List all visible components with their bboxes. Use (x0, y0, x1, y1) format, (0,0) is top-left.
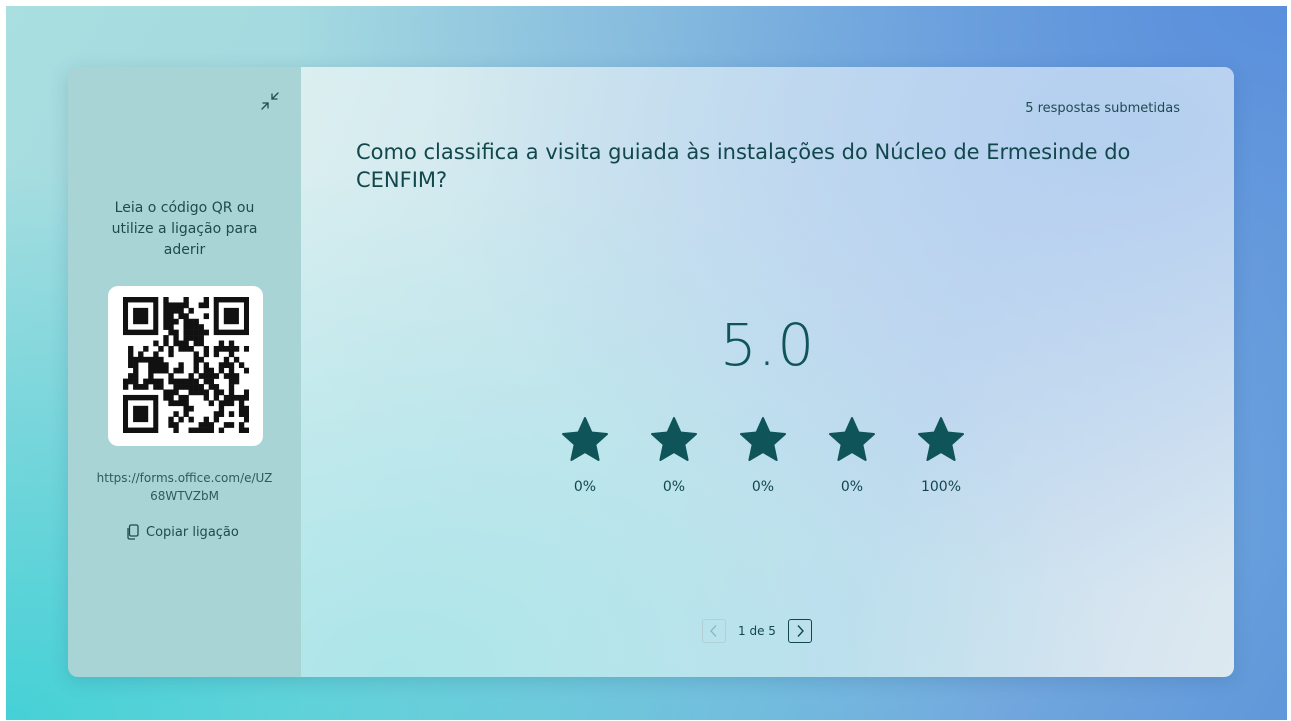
star-icon (562, 417, 608, 461)
qr-code (108, 286, 263, 446)
join-sidebar: Leia o código QR ou utilize a ligação pa… (68, 67, 301, 677)
copy-link-label: Copiar ligação (146, 524, 239, 540)
chevron-right-icon (797, 625, 804, 637)
rating-percent: 100% (920, 479, 962, 495)
form-link[interactable]: https://forms.office.com/e/UZ68WTVZbM (93, 469, 276, 505)
question-title: Como classifica a visita guiada às insta… (356, 140, 1131, 192)
star-icon (918, 417, 964, 461)
rating-distribution: 0% 0% 0% 0% 100% (560, 415, 966, 495)
rating-3-star: 0% (738, 415, 788, 495)
next-question-button[interactable] (787, 619, 812, 643)
results-panel: 5 respostas submetidas Como classifica a… (301, 67, 1234, 677)
star-icon (829, 417, 875, 461)
collapse-button[interactable] (258, 89, 282, 113)
rating-percent: 0% (751, 479, 775, 495)
rating-1-star: 0% (560, 415, 610, 495)
rating-4-star: 0% (827, 415, 877, 495)
star-icon (651, 417, 697, 461)
copy-icon (127, 524, 139, 540)
average-rating: 5.0 (719, 311, 816, 379)
rating-percent: 0% (840, 479, 864, 495)
presentation-card: Leia o código QR ou utilize a ligação pa… (68, 67, 1234, 677)
previous-question-button[interactable] (702, 619, 726, 643)
rating-percent: 0% (573, 479, 597, 495)
copy-link-button[interactable]: Copiar ligação (126, 522, 239, 542)
pager-label: 1 de 5 (738, 624, 776, 638)
collapse-icon (261, 92, 279, 110)
background: Leia o código QR ou utilize a ligação pa… (6, 6, 1287, 720)
join-instructions: Leia o código QR ou utilize a ligação pa… (111, 200, 258, 258)
star-icon (740, 417, 786, 461)
rating-2-star: 0% (649, 415, 699, 495)
chevron-left-icon (710, 625, 717, 637)
response-count: 5 respostas submetidas (1025, 101, 1180, 116)
rating-percent: 0% (662, 479, 686, 495)
rating-5-star: 100% (916, 415, 966, 495)
question-pager: 1 de 5 (702, 619, 812, 643)
